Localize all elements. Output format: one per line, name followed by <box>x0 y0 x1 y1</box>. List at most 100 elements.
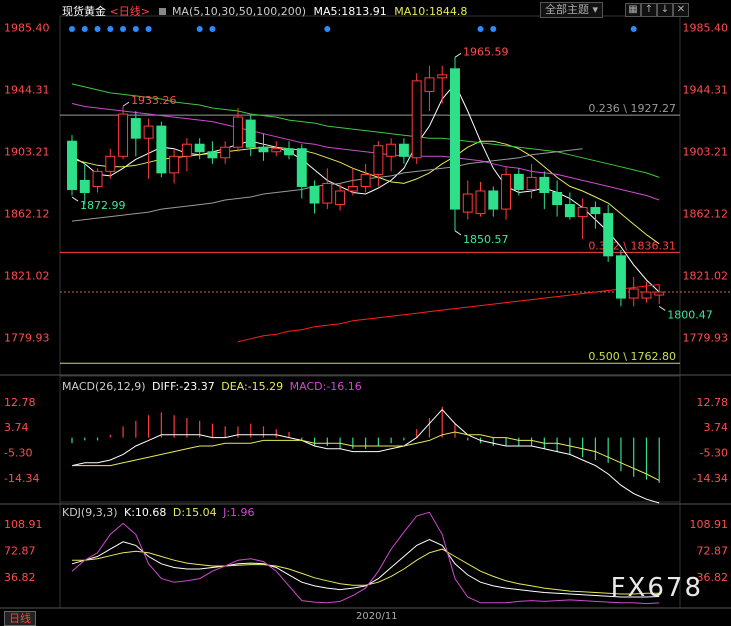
candle-body <box>67 140 77 190</box>
kdj-y-tick-left: 72.87 <box>4 545 36 558</box>
candle-body <box>398 143 409 157</box>
ma10-value: MA10:1844.8 <box>394 5 468 18</box>
candle-body <box>105 155 116 172</box>
signal-dot <box>324 26 331 32</box>
candle-body <box>654 291 665 296</box>
candle-body <box>615 255 626 299</box>
y-tick-label-left: 1903.21 <box>4 145 50 158</box>
kdj-y-tick-left: 36.82 <box>4 571 36 584</box>
candle-body <box>577 207 588 218</box>
kdj-header: KDJ(9,3,3) K:10.68 D:15.04 J:1.96 <box>62 506 255 519</box>
candle-body <box>156 125 167 174</box>
signal-dot <box>81 26 88 32</box>
arrow-down-icon[interactable]: ↓ <box>657 3 673 17</box>
candle-body <box>641 291 652 299</box>
signal-dot <box>196 26 203 32</box>
y-tick-label-right: 1862.12 <box>683 207 729 220</box>
layout-icon[interactable]: ▦ <box>625 3 641 17</box>
ma-legend-icon <box>159 8 167 15</box>
macd-diff-line <box>71 408 660 504</box>
annotation-pointer <box>122 101 130 107</box>
candle-body <box>552 191 563 206</box>
macd-y-tick-left: -5.30 <box>4 446 32 459</box>
y-tick-label-right: 1821.02 <box>683 269 729 282</box>
kdj-d: D:15.04 <box>172 506 217 519</box>
candle-body <box>271 148 282 153</box>
candle-body <box>194 143 205 153</box>
candle-body <box>207 151 218 159</box>
theme-select-label: 全部主题 <box>545 3 589 16</box>
period-tab-daily[interactable]: 日线 <box>4 611 36 626</box>
candle-body <box>462 193 473 213</box>
annotation-pointer <box>71 196 79 202</box>
candle-body <box>335 190 346 206</box>
candle-body <box>143 125 154 139</box>
candle-body <box>118 113 129 157</box>
signal-dot <box>132 26 139 32</box>
candle-body <box>526 176 537 190</box>
candle-body <box>169 155 180 174</box>
main-header: 现货黄金 <日线> MA(5,10,30,50,100,200) MA5:181… <box>62 3 467 19</box>
candle-body <box>130 118 141 139</box>
panel-border <box>59 15 681 376</box>
macd-diff: DIFF:-23.37 <box>152 380 215 393</box>
signal-dot <box>145 26 152 32</box>
candle-body <box>296 148 307 187</box>
annotation-label: 1800.47 <box>667 308 713 321</box>
instrument-name: 现货黄金 <box>62 5 106 18</box>
close-icon[interactable]: ✕ <box>673 3 689 17</box>
chart-canvas: 1985.40 1985.40 1944.31 1944.31 1903.21 1903.… <box>0 15 731 609</box>
y-tick-label-left: 1779.93 <box>4 331 50 344</box>
candle-body <box>258 146 269 153</box>
macd-y-tick-left: 12.78 <box>4 396 36 409</box>
fib-level-label: 0.382 \ 1836.31 <box>588 239 676 252</box>
candle-body <box>475 190 486 215</box>
kdj-label: KDJ(9,3,3) <box>62 506 118 519</box>
kdj-y-tick-right: 108.91 <box>690 518 729 531</box>
ma200-line <box>237 284 660 343</box>
signal-dot <box>107 26 114 32</box>
annotation-label: 1933.26 <box>131 94 177 107</box>
macd-y-tick-right: 12.78 <box>697 396 729 409</box>
kdj-y-tick-right: 72.87 <box>697 545 729 558</box>
watermark: FX678 <box>610 573 703 603</box>
macd-dea: DEA:-15.29 <box>221 380 284 393</box>
candle-body <box>603 213 614 257</box>
candle-body <box>181 143 192 157</box>
y-tick-label-left: 1985.40 <box>4 21 50 34</box>
candle-body <box>437 74 448 79</box>
candle-body <box>220 146 231 159</box>
kdj-j: J:1.96 <box>223 506 255 519</box>
macd-y-tick-left: 3.74 <box>4 421 29 434</box>
candle-body <box>488 190 499 210</box>
theme-select[interactable]: 全部主题 ▾ <box>540 2 604 18</box>
candle-body <box>360 173 371 187</box>
candle-body <box>513 173 524 190</box>
y-tick-label-right: 1985.40 <box>683 21 729 34</box>
candle-body <box>450 68 460 210</box>
candle-body <box>373 145 384 175</box>
y-tick-label-left: 1944.31 <box>4 83 50 96</box>
candle-body <box>79 179 90 193</box>
candle-body <box>411 80 422 159</box>
y-tick-label-right: 1944.31 <box>683 83 729 96</box>
signal-dot <box>477 26 484 32</box>
annotation-label: 1850.57 <box>463 233 509 246</box>
candle-body <box>424 77 435 92</box>
ma5-value: MA5:1813.91 <box>313 5 387 18</box>
macd-value: MACD:-16.16 <box>289 380 362 393</box>
kdj-j-line <box>71 511 660 605</box>
fib-level-label: 0.500 \ 1762.80 <box>588 350 676 363</box>
arrow-up-icon[interactable]: ↑ <box>641 3 657 17</box>
signal-dot <box>120 26 127 32</box>
signal-dot <box>94 26 101 32</box>
kdj-d-line <box>72 548 660 595</box>
ma-label: MA(5,10,30,50,100,200) <box>171 5 306 18</box>
candle-body <box>322 182 333 204</box>
period-selector[interactable]: <日线> <box>110 5 150 18</box>
y-tick-label-right: 1903.21 <box>683 145 729 158</box>
signal-dot <box>69 26 75 32</box>
annotation-pointer <box>658 305 666 311</box>
macd-panel: 12.78 12.78 3.74 3.74 -5.30 -5.30 -14.34 -14.34 <box>4 396 729 504</box>
fib-level-label: 0.236 \ 1927.27 <box>588 102 676 115</box>
